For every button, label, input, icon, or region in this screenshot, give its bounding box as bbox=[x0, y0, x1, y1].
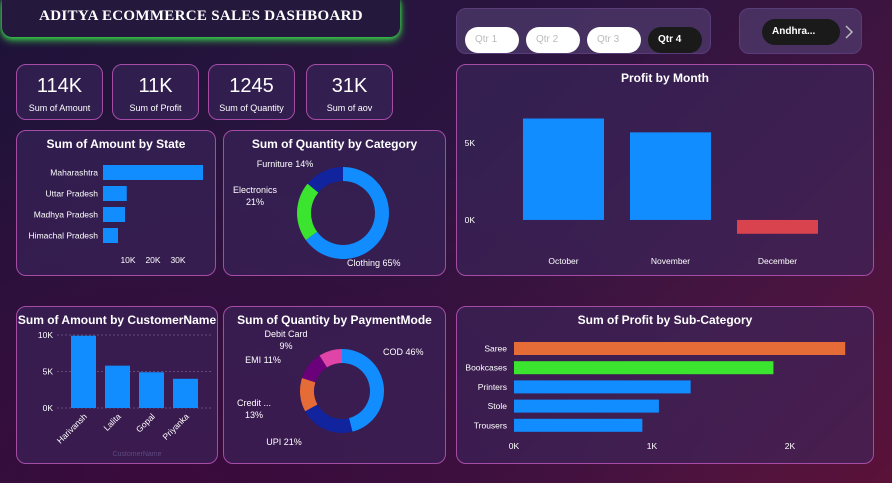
x-tick-label: 2K bbox=[785, 441, 796, 451]
kpi-card-quantity: 1245 Sum of Quantity bbox=[208, 64, 295, 120]
data-label: COD 46% bbox=[383, 347, 424, 357]
kpi-label: Sum of Amount bbox=[28, 103, 91, 113]
category-label: Madhya Pradesh bbox=[34, 210, 99, 220]
x-tick-label: Harivansh bbox=[55, 411, 89, 445]
dashboard-title: ADITYA ECOMMERCE SALES DASHBOARD bbox=[2, 0, 400, 37]
category-label: Printers bbox=[478, 382, 507, 392]
data-label: Electronics bbox=[233, 185, 278, 195]
category-label: Trousers bbox=[474, 420, 507, 430]
chevron-right-icon[interactable] bbox=[844, 25, 854, 39]
x-tick-label: 30K bbox=[170, 255, 185, 265]
x-axis-title: CustomerName bbox=[112, 451, 161, 458]
y-tick-label: 5K bbox=[43, 367, 54, 377]
x-tick-label: Priyanka bbox=[160, 411, 191, 442]
bar bbox=[514, 380, 691, 394]
y-tick-label: 0K bbox=[43, 403, 54, 413]
x-tick-label: 10K bbox=[120, 255, 135, 265]
state-dropdown[interactable]: Andhra... bbox=[762, 19, 840, 45]
quantity-by-category-chart: Clothing 65% Electronics 21% Furniture 14% bbox=[233, 159, 401, 268]
kpi-value: 11K bbox=[138, 75, 173, 97]
category-label: Bookcases bbox=[465, 363, 507, 373]
data-label: 13% bbox=[245, 410, 263, 420]
state-slicer: Andhra... bbox=[739, 8, 862, 54]
data-label: Debit Card bbox=[264, 329, 307, 339]
amount-by-customer-panel: Sum of Amount by CustomerName 10K 5K 0K Har… bbox=[16, 306, 218, 464]
bar bbox=[103, 186, 127, 201]
kpi-value: 1245 bbox=[229, 75, 274, 97]
profit-by-month-panel: Profit by Month 5K 0K October November Decem… bbox=[456, 64, 874, 276]
data-label: UPI 21% bbox=[266, 437, 302, 447]
kpi-label: Sum of Quantity bbox=[219, 103, 284, 113]
y-tick-label: 0K bbox=[465, 215, 476, 225]
state-dropdown-value: Andhra... bbox=[772, 26, 816, 37]
bar bbox=[514, 361, 774, 375]
quarter-option-q1[interactable]: Qtr 1 bbox=[465, 27, 519, 53]
bar bbox=[103, 228, 118, 243]
bar bbox=[630, 132, 711, 220]
quarter-option-q2[interactable]: Qtr 2 bbox=[526, 27, 580, 53]
profit-by-subcategory-chart: Saree Bookcases Printers Stole Trousers 0K 1K 2… bbox=[465, 342, 846, 451]
data-label: Credit ... bbox=[237, 398, 271, 408]
bar bbox=[139, 372, 164, 408]
data-label: Clothing 65% bbox=[347, 258, 401, 268]
quarter-option-q4[interactable]: Qtr 4 bbox=[648, 27, 702, 53]
bar bbox=[514, 342, 846, 355]
kpi-card-profit: 11K Sum of Profit bbox=[112, 64, 199, 120]
bar bbox=[103, 207, 125, 222]
data-label: EMI 11% bbox=[245, 355, 281, 365]
data-label: 9% bbox=[279, 341, 292, 351]
x-tick-label: 1K bbox=[647, 441, 658, 451]
y-tick-label: 10K bbox=[38, 330, 53, 340]
bar bbox=[737, 219, 818, 234]
category-label: Uttar Pradesh bbox=[46, 189, 99, 199]
data-label: 21% bbox=[246, 197, 264, 207]
x-tick-label: Lalita bbox=[101, 411, 123, 433]
x-tick-label: December bbox=[758, 256, 797, 266]
y-tick-label: 5K bbox=[465, 138, 476, 148]
kpi-value: 31K bbox=[331, 75, 368, 97]
amount-by-customer-chart: 10K 5K 0KHarivansh Lalita Gopal Priyanka Custo… bbox=[38, 330, 211, 458]
bar bbox=[103, 165, 203, 180]
x-tick-label: Gopal bbox=[134, 411, 157, 434]
amount-by-state-panel: Sum of Amount by State Maharashtra Uttar … bbox=[16, 130, 216, 276]
quarter-option-q3[interactable]: Qtr 3 bbox=[587, 27, 641, 53]
kpi-label: Sum of Profit bbox=[129, 103, 182, 113]
profit-by-month-chart: 5K 0K October November December bbox=[465, 118, 818, 266]
category-label: Maharashtra bbox=[50, 168, 98, 178]
x-tick-label: 20K bbox=[145, 255, 160, 265]
profit-by-subcategory-panel: Sum of Profit by Sub-Category Saree Bookc… bbox=[456, 306, 874, 464]
kpi-value: 114K bbox=[36, 75, 83, 97]
bar bbox=[71, 335, 96, 408]
bar bbox=[173, 378, 198, 408]
quantity-by-paymentmode-chart: COD 46% UPI 21% Credit ... 13% EMI 11% Debit … bbox=[237, 329, 424, 447]
kpi-label: Sum of aov bbox=[326, 103, 373, 113]
data-label: Furniture 14% bbox=[257, 159, 314, 169]
x-tick-label: October bbox=[548, 256, 578, 266]
kpi-card-aov: 31K Sum of aov bbox=[306, 64, 393, 120]
bar bbox=[514, 418, 643, 432]
x-tick-label: November bbox=[651, 256, 690, 266]
pie-slice bbox=[297, 183, 319, 241]
quantity-by-paymentmode-panel: Sum of Quantity by PaymentMode COD 46% UP… bbox=[223, 306, 446, 464]
amount-by-state-chart: Maharashtra Uttar Pradesh Madhya Pradesh Hi… bbox=[29, 165, 203, 265]
category-label: Saree bbox=[484, 344, 507, 354]
bar bbox=[105, 365, 130, 408]
quarter-slicer: Qtr 1 Qtr 2 Qtr 3 Qtr 4 bbox=[456, 8, 711, 54]
category-label: Stole bbox=[488, 401, 508, 411]
pie-slice bbox=[305, 404, 353, 433]
category-label: Himachal Pradesh bbox=[29, 231, 99, 241]
quantity-by-category-panel: Sum of Quantity by Category Clothing 65%… bbox=[223, 130, 446, 276]
bar bbox=[523, 118, 604, 220]
bar bbox=[514, 399, 659, 413]
x-tick-label: 0K bbox=[509, 441, 520, 451]
kpi-card-amount: 114K Sum of Amount bbox=[16, 64, 103, 120]
